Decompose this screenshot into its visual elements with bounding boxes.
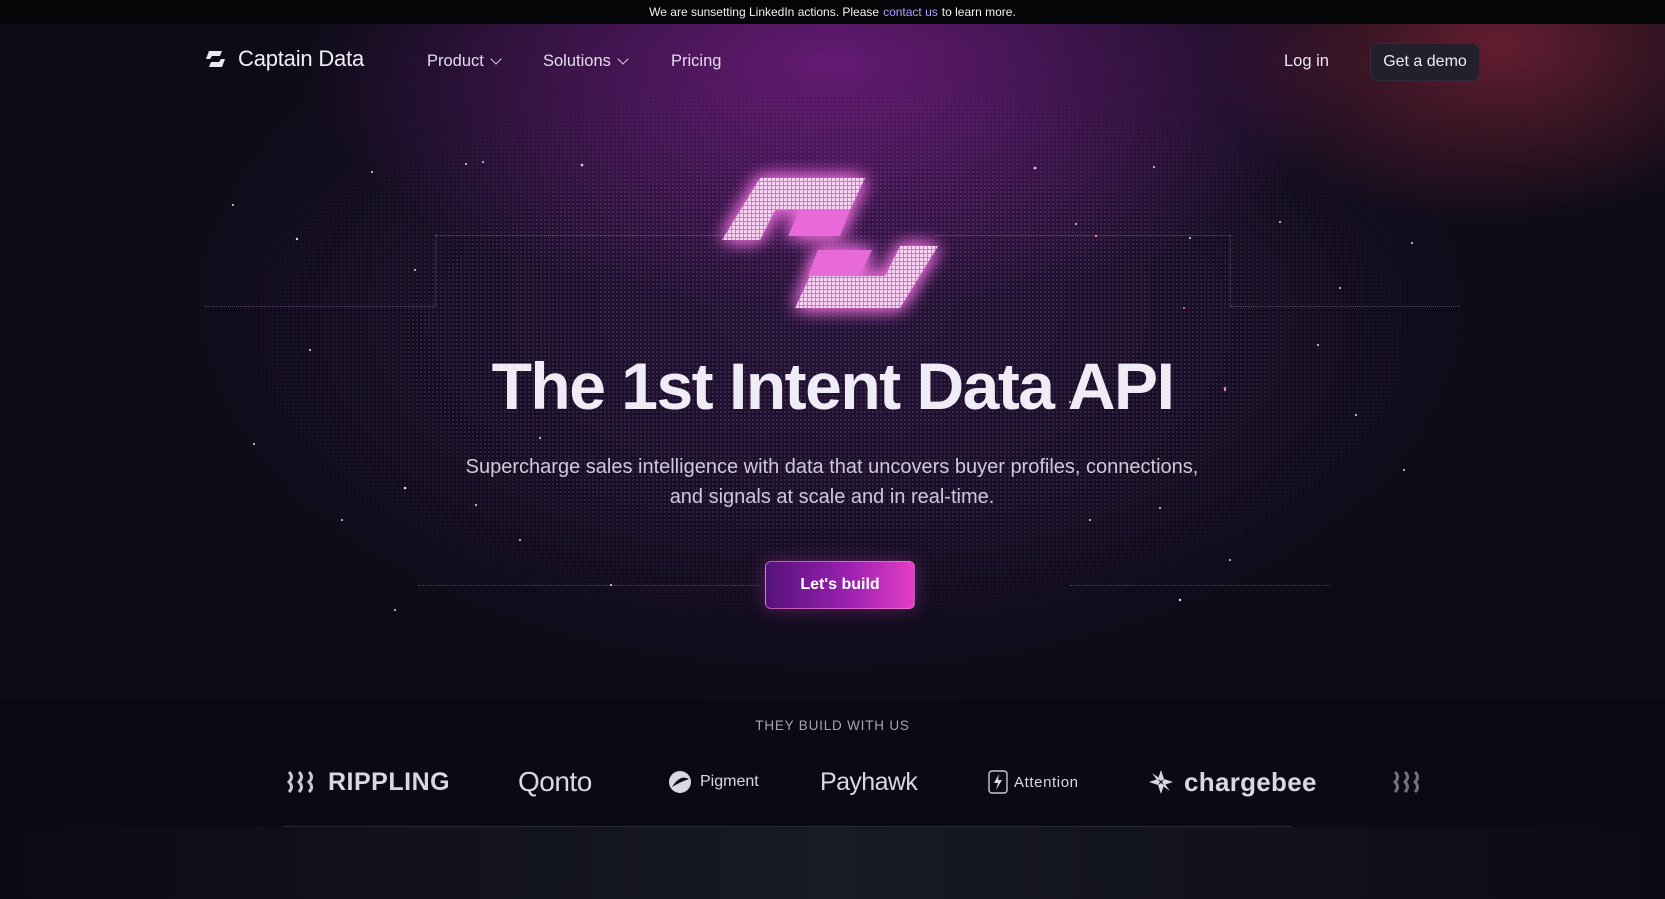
banner-text-end: to learn more. — [941, 5, 1016, 19]
qonto-wordmark: Qonto — [518, 766, 592, 797]
attention-wordmark: Attention — [1014, 773, 1079, 791]
nav-pricing-label: Pricing — [671, 52, 722, 70]
rippling-wordmark: RIPPLING — [328, 767, 451, 796]
rippling-icon — [286, 770, 313, 794]
chargebee-icon — [1149, 770, 1173, 794]
rippling-logo-repeat — [1392, 766, 1440, 798]
contact-us-link[interactable]: contact us — [883, 5, 938, 19]
nav-solutions[interactable]: Solutions — [543, 52, 629, 71]
hero-subtitle: Supercharge sales intelligence with data… — [432, 452, 1232, 512]
hero-headline: The 1st Intent Data API — [491, 349, 1175, 423]
payhawk-wordmark: Payhawk — [820, 767, 918, 796]
brand-logo-link[interactable]: Captain Data — [202, 46, 364, 72]
pigment-icon — [669, 771, 691, 793]
nav-product[interactable]: Product — [427, 52, 502, 71]
attention-icon — [988, 770, 1008, 794]
lets-build-button[interactable]: Let's build — [765, 561, 915, 609]
qonto-logo: Qonto — [518, 766, 592, 798]
nav-pricing[interactable]: Pricing — [671, 52, 721, 71]
brand-name: Captain Data — [238, 46, 365, 71]
nav-product-label: Product — [427, 52, 484, 70]
hero-subtitle-line: Supercharge sales intelligence with data… — [465, 456, 1199, 478]
login-link[interactable]: Log in — [1284, 52, 1329, 71]
chargebee-wordmark: chargebee — [1184, 766, 1317, 797]
customers-heading: THEY BUILD WITH US — [755, 718, 910, 733]
announcement-banner: We are sunsetting LinkedIn actions. Plea… — [0, 0, 1665, 24]
pigment-logo: Pigment — [668, 766, 759, 798]
nav-solutions-label: Solutions — [543, 52, 611, 70]
rippling-icon — [1392, 770, 1419, 794]
banner-text: We are sunsetting LinkedIn actions. Plea… — [649, 5, 880, 19]
top-navigation: Captain Data Product Solutions Pricing L… — [0, 24, 1665, 100]
next-section-preview — [0, 827, 1665, 899]
guide-line-right-bottom — [1230, 306, 1460, 307]
guide-line-bottom-left — [418, 585, 760, 586]
pigment-wordmark: Pigment — [700, 773, 759, 790]
guide-line-bottom-right — [1070, 585, 1330, 586]
guide-line-left-top — [435, 235, 725, 236]
guide-line-right-top — [935, 235, 1230, 236]
guide-line-left-bottom — [205, 306, 435, 307]
attention-logo: Attention — [988, 766, 1079, 798]
guide-line-left — [435, 235, 436, 307]
payhawk-logo: Payhawk — [820, 766, 918, 798]
get-demo-button[interactable]: Get a demo — [1370, 43, 1480, 81]
chevron-down-icon — [490, 53, 502, 65]
chargebee-logo: chargebee — [1148, 766, 1317, 798]
captain-data-logo-icon — [206, 51, 225, 67]
guide-line-right — [1230, 235, 1231, 307]
hero-subtitle-line: and signals at scale and in real-time. — [669, 486, 995, 508]
captain-data-hero-icon — [722, 178, 938, 308]
chevron-down-icon — [617, 53, 629, 65]
rippling-logo: RIPPLING — [286, 766, 450, 798]
